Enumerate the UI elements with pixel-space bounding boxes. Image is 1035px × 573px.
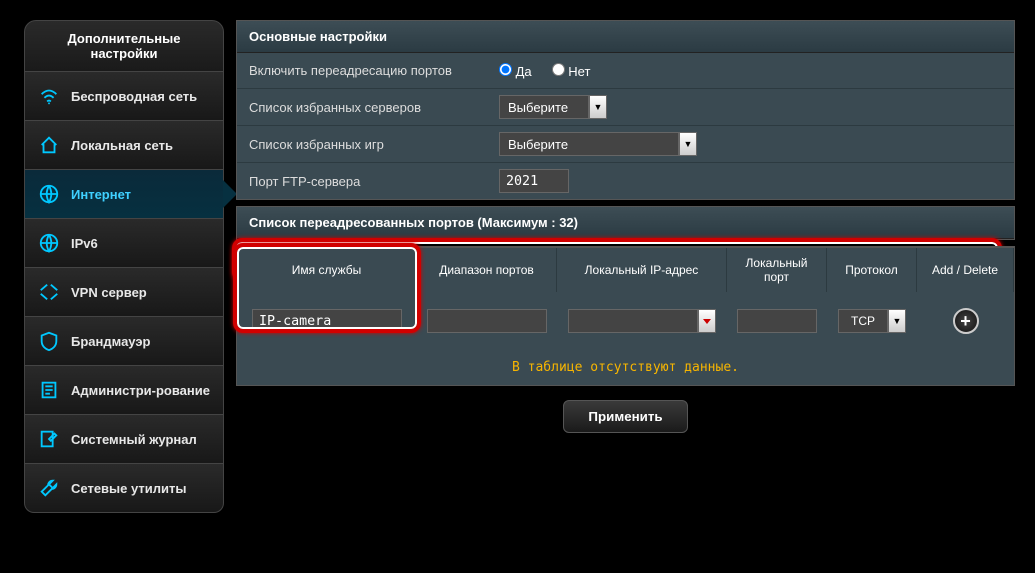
add-button[interactable]: +	[953, 308, 979, 334]
globe-icon	[37, 182, 61, 206]
sidebar-item-label: Локальная сеть	[71, 138, 173, 153]
sidebar-item-label: IPv6	[71, 236, 98, 251]
port-list-header: Список переадресованных портов (Максимум…	[237, 207, 1014, 239]
ftp-port-input[interactable]	[499, 169, 569, 193]
chevron-down-icon[interactable]: ▼	[679, 132, 697, 156]
col-port-range: Диапазон портов	[417, 248, 557, 292]
radio-no-label[interactable]: Нет	[552, 63, 591, 79]
shield-icon	[37, 329, 61, 353]
sidebar-title: Дополнительные настройки	[24, 20, 224, 72]
col-local-port: Локальный порт	[727, 248, 827, 292]
service-name-input[interactable]	[252, 309, 402, 333]
section-header-basic: Основные настройки	[237, 21, 1014, 53]
sidebar-item-tools[interactable]: Сетевые утилиты	[24, 464, 224, 513]
local-ip-select[interactable]	[568, 309, 716, 333]
fav-games-label: Список избранных игр	[249, 137, 499, 152]
ftp-port-label: Порт FTP-сервера	[249, 174, 499, 189]
globe-icon	[37, 231, 61, 255]
sidebar-item-wireless[interactable]: Беспроводная сеть	[24, 72, 224, 121]
sidebar-item-lan[interactable]: Локальная сеть	[24, 121, 224, 170]
sidebar-item-ipv6[interactable]: IPv6	[24, 219, 224, 268]
col-service: Имя службы	[237, 248, 417, 292]
edit-note-icon	[37, 427, 61, 451]
main-content: Основные настройки Включить переадресаци…	[236, 20, 1015, 513]
sidebar: Дополнительные настройки Беспроводная се…	[24, 20, 224, 513]
sidebar-item-label: Системный журнал	[71, 432, 197, 447]
plus-icon: +	[960, 311, 971, 332]
radio-yes[interactable]	[499, 63, 512, 76]
sidebar-item-syslog[interactable]: Системный журнал	[24, 415, 224, 464]
sidebar-item-firewall[interactable]: Брандмауэр	[24, 317, 224, 366]
enable-forward-label: Включить переадресацию портов	[249, 63, 499, 78]
dropdown-arrow-icon[interactable]	[698, 309, 716, 333]
local-port-input[interactable]	[737, 309, 817, 333]
fav-servers-label: Список избранных серверов	[249, 100, 499, 115]
sidebar-item-label: Интернет	[71, 187, 131, 202]
empty-table-message: В таблице отсутствуют данные.	[237, 350, 1014, 385]
note-icon	[37, 378, 61, 402]
radio-yes-label[interactable]: Да	[499, 63, 532, 79]
fav-servers-select[interactable]: Выберите ▼	[499, 95, 607, 119]
wrench-icon	[37, 476, 61, 500]
chevron-down-icon[interactable]: ▼	[589, 95, 607, 119]
sidebar-item-label: Брандмауэр	[71, 334, 150, 349]
sidebar-item-label: Сетевые утилиты	[71, 481, 186, 496]
apply-button[interactable]: Применить	[563, 400, 687, 433]
local-ip-input[interactable]	[568, 309, 698, 333]
sidebar-item-internet[interactable]: Интернет	[24, 170, 224, 219]
sidebar-item-admin[interactable]: Администри-рование	[24, 366, 224, 415]
sidebar-item-label: VPN сервер	[71, 285, 147, 300]
sidebar-item-vpn[interactable]: VPN сервер	[24, 268, 224, 317]
vpn-icon	[37, 280, 61, 304]
table-input-row: TCP ▼ +	[237, 292, 1014, 350]
col-add-delete: Add / Delete	[917, 248, 1014, 292]
table-header-row: Имя службы Диапазон портов Локальный IP-…	[237, 247, 1014, 292]
chevron-down-icon[interactable]: ▼	[888, 309, 906, 333]
sidebar-item-label: Беспроводная сеть	[71, 89, 197, 104]
port-range-input[interactable]	[427, 309, 547, 333]
col-protocol: Протокол	[827, 248, 917, 292]
wifi-icon	[37, 84, 61, 108]
sidebar-item-label: Администри-рование	[71, 383, 210, 398]
col-local-ip: Локальный IP-адрес	[557, 248, 727, 292]
radio-no[interactable]	[552, 63, 565, 76]
protocol-select[interactable]: TCP ▼	[838, 309, 906, 333]
fav-games-select[interactable]: Выберите ▼	[499, 132, 697, 156]
home-icon	[37, 133, 61, 157]
